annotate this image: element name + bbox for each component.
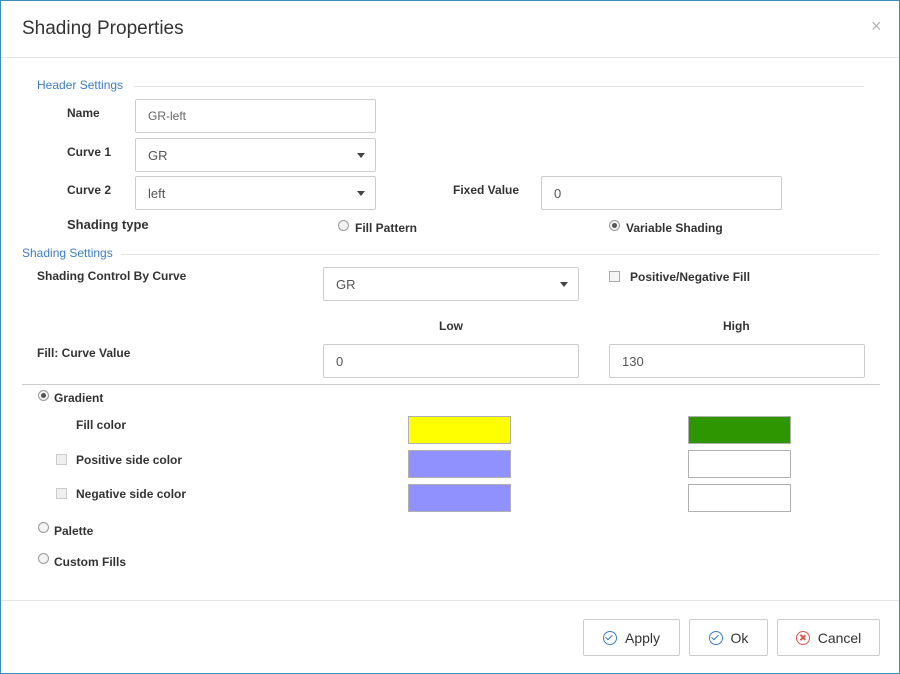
fixed-value-label: Fixed Value [453,183,520,197]
palette-label: Palette [54,524,94,538]
control-by-curve-select[interactable]: GR [323,267,579,301]
shading-settings-title: Shading Settings [22,246,113,260]
apply-button[interactable]: Apply [583,619,680,656]
name-label: Name [67,106,100,120]
fixed-value-input-value: 0 [554,185,562,201]
fill-low-color-swatch[interactable] [408,416,511,444]
fill-curve-value-label: Fill: Curve Value [37,346,131,360]
positive-side-label: Positive side color [76,453,183,467]
fill-color-label: Fill color [76,418,127,432]
cancel-button-label: Cancel [817,629,862,646]
positive-high-color-swatch[interactable] [688,450,791,478]
low-value-input-value: 0 [336,353,344,369]
apply-button-label: Apply [624,629,661,646]
negative-low-color-swatch[interactable] [408,484,511,512]
low-header: Low [439,319,463,333]
close-icon[interactable]: × [871,16,882,36]
high-header: High [723,319,750,333]
custom-fills-radio[interactable] [38,553,49,564]
variable-shading-radio[interactable] [609,220,620,231]
pos-neg-fill-checkbox[interactable] [609,271,620,282]
fill-pattern-radio[interactable] [338,220,349,231]
shading-type-label: Shading type [67,217,149,232]
dialog-title: Shading Properties [22,18,184,39]
curve1-select-value: GR [148,147,168,163]
name-input[interactable]: GR-left [135,99,376,133]
curve2-select-value: left [148,185,166,201]
control-by-curve-select-value: GR [336,276,356,292]
check-circle-icon [602,630,617,645]
fill-high-color-swatch[interactable] [688,416,791,444]
variable-shading-label: Variable Shading [626,221,723,235]
curve1-select[interactable]: GR [135,138,376,172]
pos-neg-fill-label: Positive/Negative Fill [630,270,751,284]
cancel-button[interactable]: Cancel [777,619,880,656]
fill-mode-divider [22,384,880,385]
title-divider [1,57,899,58]
check-circle-icon [708,630,723,645]
negative-side-label: Negative side color [76,487,187,501]
header-settings-title: Header Settings [37,78,124,92]
chevron-down-icon [560,282,568,287]
curve1-label: Curve 1 [67,145,112,159]
low-value-input[interactable]: 0 [323,344,579,378]
ok-button[interactable]: Ok [689,619,768,656]
ok-button-label: Ok [730,629,749,646]
negative-side-checkbox[interactable] [56,488,67,499]
chevron-down-icon [357,153,365,158]
shading-properties-dialog: Shading Properties × Header Settings Nam… [0,0,900,674]
palette-radio[interactable] [38,522,49,533]
chevron-down-icon [357,191,365,196]
curve2-select[interactable]: left [135,176,376,210]
name-input-value: GR-left [148,109,187,123]
footer-divider [1,600,899,601]
gradient-label: Gradient [54,391,104,405]
positive-side-checkbox[interactable] [56,454,67,465]
fill-pattern-label: Fill Pattern [355,221,418,235]
positive-low-color-swatch[interactable] [408,450,511,478]
high-value-input[interactable]: 130 [609,344,865,378]
x-circle-icon [795,630,810,645]
high-value-input-value: 130 [622,353,644,369]
shading-settings-divider [121,254,879,255]
gradient-radio[interactable] [38,390,49,401]
curve2-label: Curve 2 [67,183,112,197]
header-settings-divider [134,86,864,87]
custom-fills-label: Custom Fills [54,555,127,569]
negative-high-color-swatch[interactable] [688,484,791,512]
control-by-curve-label: Shading Control By Curve [37,269,187,283]
fixed-value-input[interactable]: 0 [541,176,782,210]
